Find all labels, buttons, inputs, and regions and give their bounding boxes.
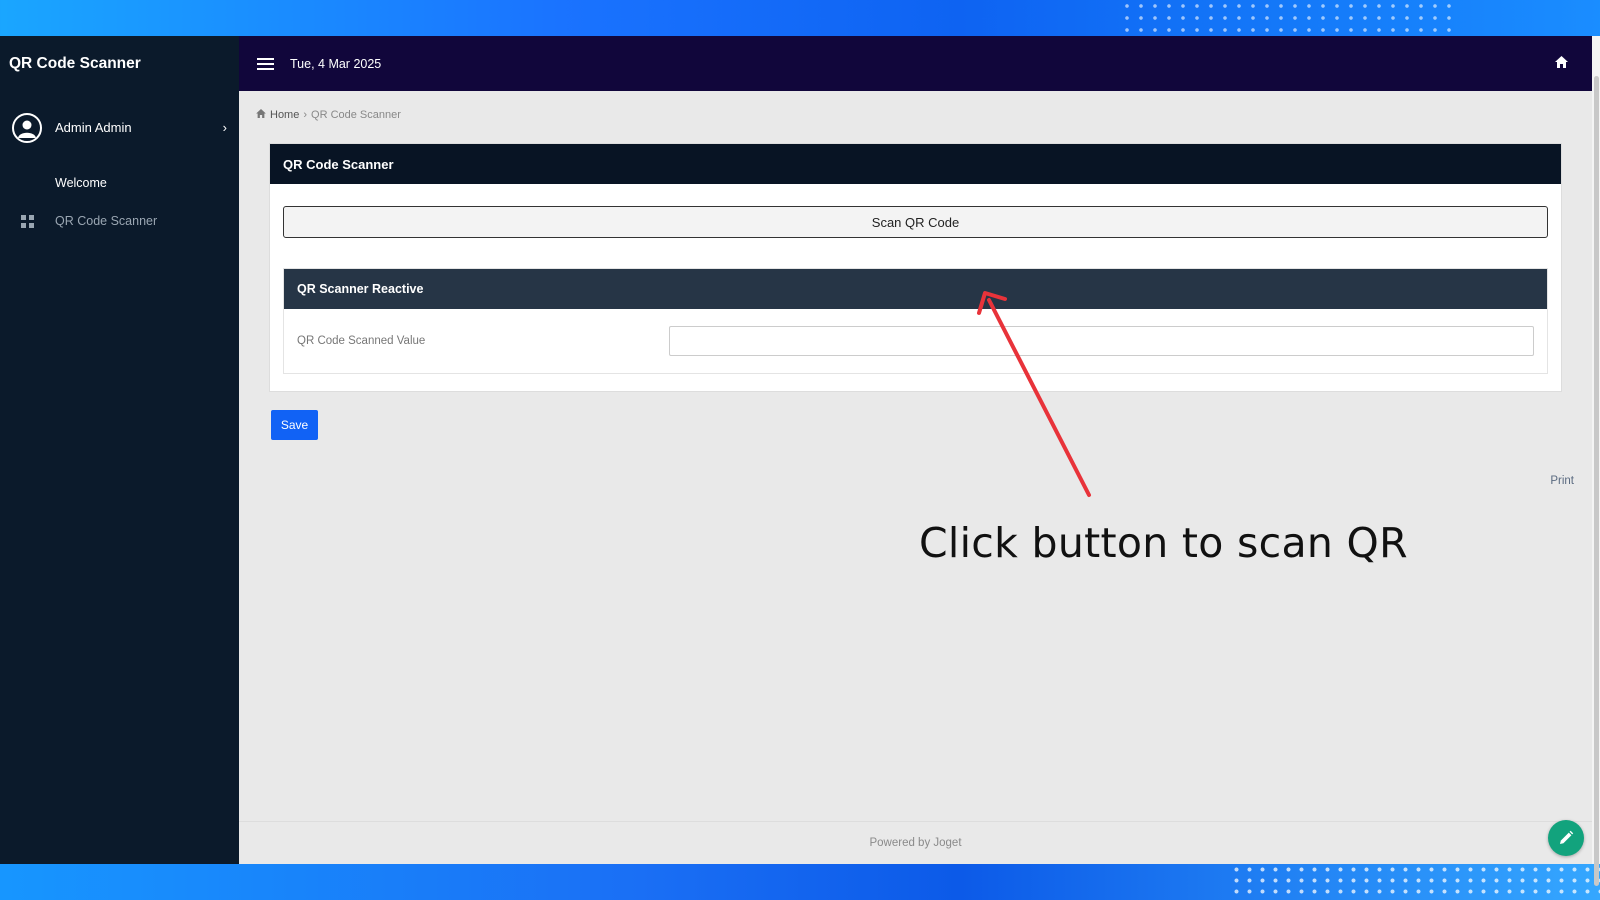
- footer: Powered by Joget: [239, 821, 1592, 864]
- user-profile[interactable]: Admin Admin ›: [0, 91, 239, 164]
- breadcrumb-current: QR Code Scanner: [311, 109, 401, 121]
- breadcrumb: Home › QR Code Scanner: [256, 109, 1562, 121]
- menu-icon[interactable]: [257, 57, 274, 70]
- app-title[interactable]: QR Code Scanner: [0, 36, 239, 91]
- scan-qr-code-button[interactable]: Scan QR Code: [283, 206, 1548, 238]
- section-title: QR Scanner Reactive: [284, 269, 1547, 309]
- home-icon: [256, 109, 266, 121]
- content-area: Home › QR Code Scanner QR Code Scanner S…: [239, 91, 1592, 821]
- card-title: QR Code Scanner: [270, 144, 1561, 184]
- annotation-text: Click button to scan QR: [919, 519, 1408, 567]
- top-bar: Tue, 4 Mar 2025: [239, 36, 1592, 91]
- save-button[interactable]: Save: [271, 410, 318, 440]
- form-card: QR Code Scanner Scan QR Code QR Scanner …: [269, 143, 1562, 392]
- main-area: Tue, 4 Mar 2025 Home › QR Code Scanner Q…: [239, 36, 1592, 864]
- grid-icon: [20, 214, 35, 228]
- decorative-dots-top: [1120, 0, 1460, 36]
- sidebar-item-label: Welcome: [55, 176, 107, 190]
- chevron-right-icon: ›: [222, 120, 227, 135]
- breadcrumb-separator: ›: [303, 109, 308, 121]
- card-body: Scan QR Code QR Scanner Reactive QR Code…: [270, 184, 1561, 391]
- edit-button[interactable]: [1548, 820, 1584, 856]
- pencil-icon: [1560, 830, 1574, 844]
- sidebar-item-label: QR Code Scanner: [55, 214, 158, 228]
- user-avatar-icon: [12, 112, 42, 143]
- home-icon[interactable]: [1555, 56, 1568, 71]
- sidebar-item-qr-code-scanner[interactable]: QR Code Scanner: [0, 202, 239, 240]
- qr-scanner-reactive-section: QR Scanner Reactive QR Code Scanned Valu…: [283, 268, 1548, 374]
- current-date: Tue, 4 Mar 2025: [290, 56, 382, 71]
- print-link[interactable]: Print: [1550, 475, 1574, 487]
- app-window: QR Code Scanner Admin Admin › Welcome QR…: [0, 36, 1592, 864]
- qr-value-field[interactable]: [669, 326, 1534, 356]
- decorative-dots-bottom: [1230, 864, 1600, 900]
- sidebar: QR Code Scanner Admin Admin › Welcome QR…: [0, 36, 239, 864]
- scrollbar-thumb[interactable]: [1594, 76, 1599, 886]
- page-scrollbar[interactable]: [1592, 36, 1600, 886]
- breadcrumb-home-link[interactable]: Home: [270, 109, 299, 121]
- sidebar-item-welcome[interactable]: Welcome: [0, 164, 239, 202]
- user-name: Admin Admin: [55, 120, 132, 135]
- footer-text: Powered by Joget: [869, 837, 962, 849]
- section-body: QR Code Scanned Value: [284, 309, 1547, 373]
- qr-value-label: QR Code Scanned Value: [297, 335, 426, 347]
